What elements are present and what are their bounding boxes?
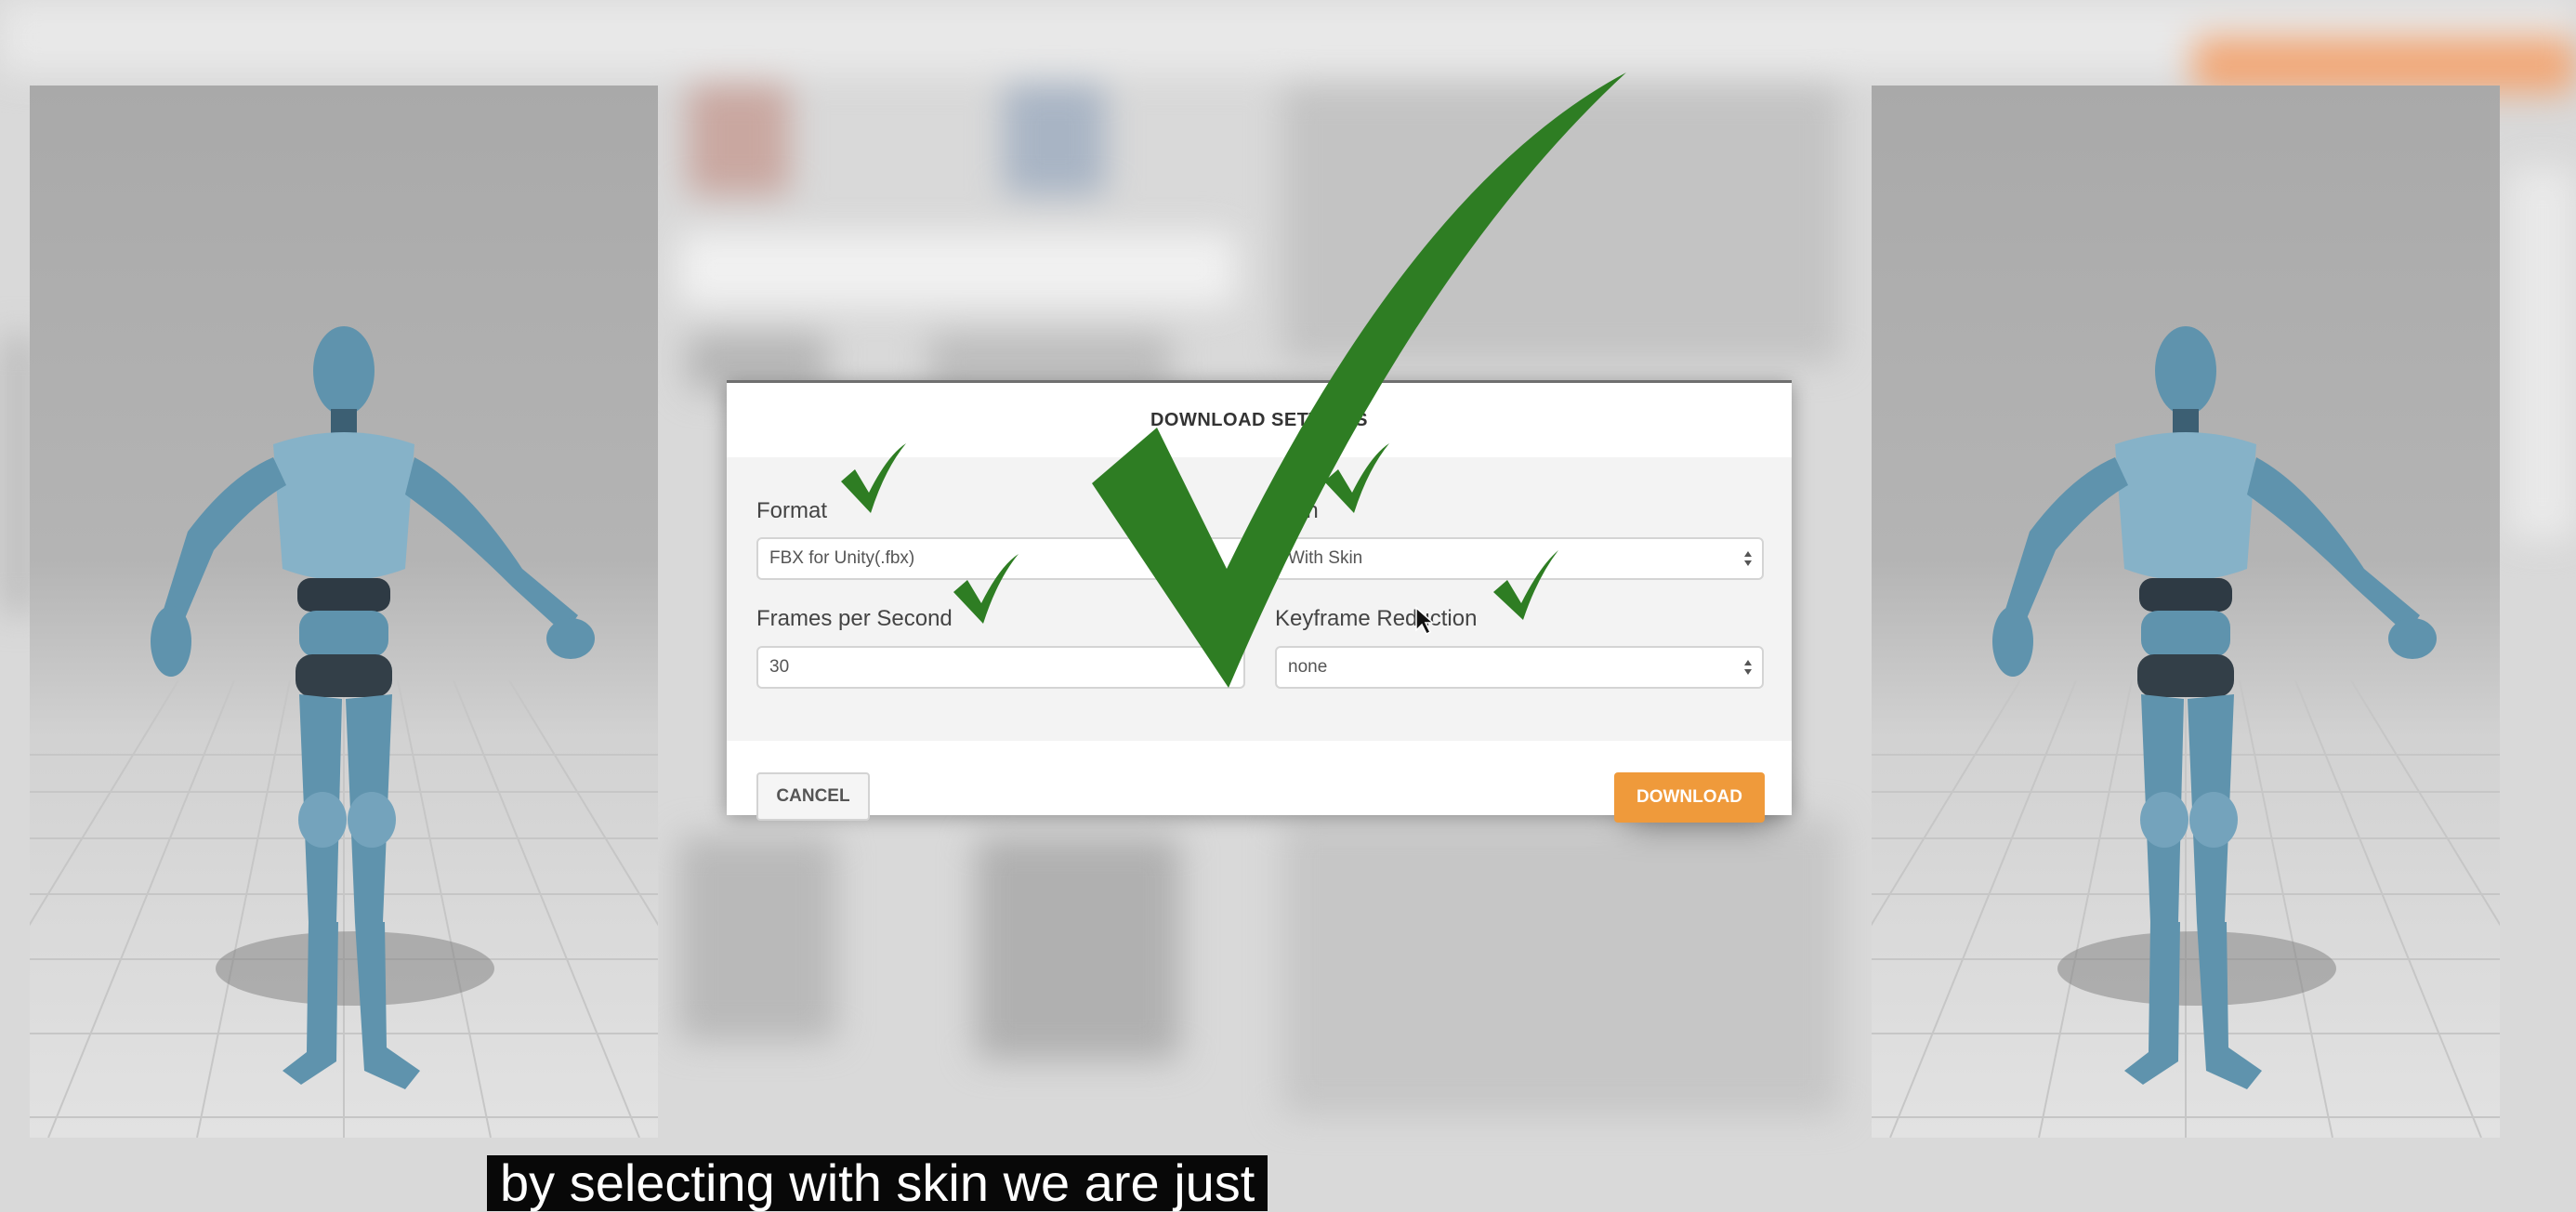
keyframe-reduction-select[interactable]: none bbox=[1275, 646, 1764, 689]
dialog-title: DOWNLOAD SETTINGS bbox=[1150, 409, 1369, 430]
format-label: Format bbox=[756, 498, 828, 523]
character-preview-right bbox=[1872, 86, 2500, 1138]
format-select[interactable]: FBX for Unity(.fbx) bbox=[756, 537, 1245, 580]
download-button[interactable]: DOWNLOAD bbox=[1614, 772, 1765, 823]
skin-value: With Skin bbox=[1288, 548, 1363, 568]
fps-value: 30 bbox=[769, 657, 790, 677]
character-figure bbox=[1992, 326, 2437, 1089]
video-subtitle: by selecting with skin we are just bbox=[487, 1155, 1268, 1211]
download-settings-dialog: DOWNLOAD SETTINGS Format FBX for Unity(.… bbox=[727, 380, 1792, 823]
character-figure bbox=[151, 326, 595, 1089]
select-arrows-icon bbox=[1744, 660, 1752, 675]
cancel-button[interactable]: CANCEL bbox=[756, 772, 870, 821]
format-value: FBX for Unity(.fbx) bbox=[769, 548, 915, 568]
fps-label: Frames per Second bbox=[756, 606, 953, 631]
floor-grid bbox=[1872, 679, 2500, 1138]
select-arrows-icon bbox=[1744, 551, 1752, 566]
floor-grid bbox=[30, 679, 658, 1138]
keyframe-reduction-label: Keyframe Reduction bbox=[1275, 606, 1478, 631]
dialog-body: Format FBX for Unity(.fbx) Skin With Ski… bbox=[727, 457, 1792, 741]
fps-input[interactable]: 30 bbox=[756, 646, 1245, 689]
keyframe-reduction-value: none bbox=[1288, 657, 1328, 677]
character-preview-left bbox=[30, 86, 658, 1138]
skin-label: Skin bbox=[1275, 498, 1319, 523]
skin-select[interactable]: With Skin bbox=[1275, 537, 1764, 580]
